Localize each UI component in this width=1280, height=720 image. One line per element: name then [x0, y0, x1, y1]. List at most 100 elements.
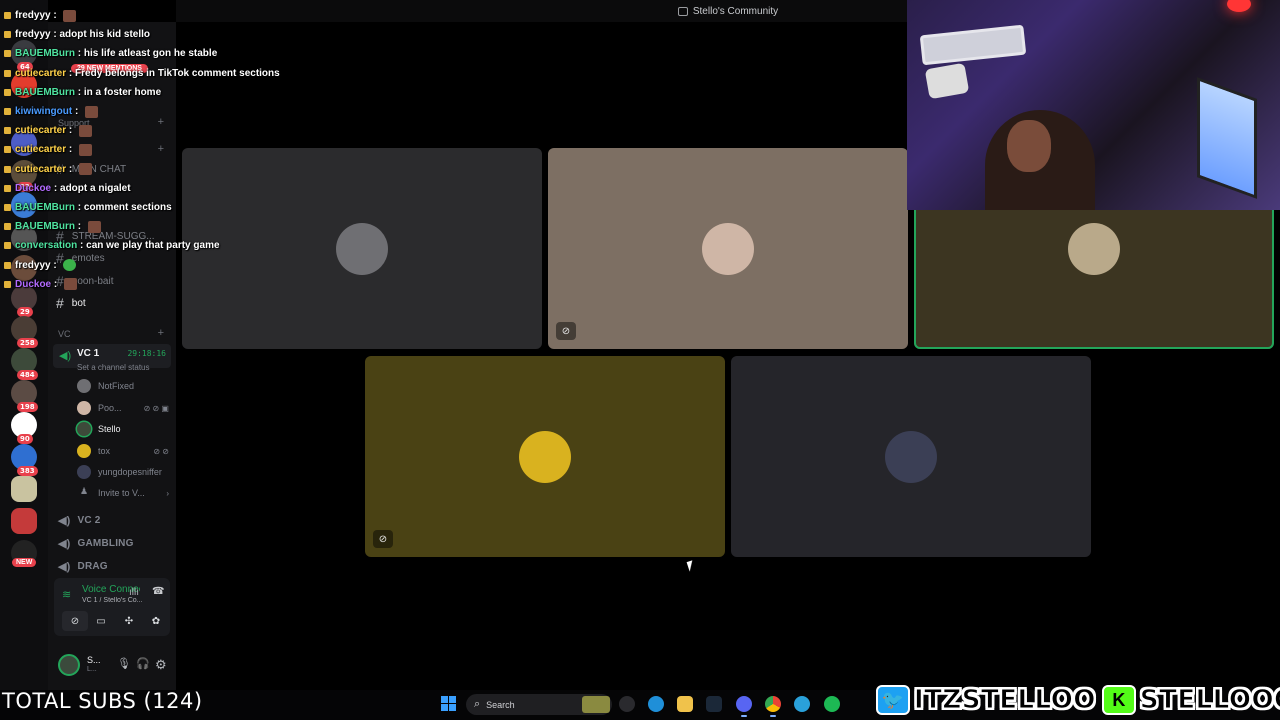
mouse-cursor	[686, 560, 696, 572]
windows-start-icon[interactable]	[441, 696, 456, 711]
voice-connected-subtitle[interactable]: VC 1 / Stello's Co...	[82, 597, 142, 604]
telegram-icon[interactable]	[794, 696, 810, 712]
chat-username: BAUEMBurn	[15, 221, 75, 233]
chat-message: cutiecarter :	[4, 160, 93, 179]
voice-member[interactable]: Poo... ⊘ ⊘ ▣	[77, 399, 169, 417]
chat-emote-icon	[85, 105, 99, 118]
chat-message: fredyyy :	[4, 6, 77, 25]
disconnect-icon[interactable]: ☎	[152, 586, 164, 597]
task-view-icon[interactable]	[619, 696, 635, 712]
video-tile[interactable]: ⊘	[548, 148, 908, 349]
voice-channel-vc2[interactable]: ◀) VC 2	[58, 514, 101, 527]
search-icon: ⌕	[474, 698, 481, 710]
avatar	[77, 444, 91, 458]
user-status: L...	[87, 666, 97, 673]
member-name: yungdopesniffer	[98, 467, 162, 477]
chat-separator: :	[51, 278, 61, 290]
chat-emote-icon	[63, 9, 77, 22]
camera-off-button[interactable]: ⊘	[62, 611, 88, 631]
video-tile[interactable]: ⊘	[365, 356, 725, 557]
chat-badge-icon	[4, 280, 11, 288]
chat-message: Duckoe : adopt a nigalet	[4, 179, 131, 198]
voice-channel-label: DRAG	[77, 561, 108, 572]
activities-button[interactable]: ✣	[116, 611, 142, 631]
call-timer: 29:18:16	[127, 349, 166, 358]
member-name: Stello	[98, 424, 121, 434]
chat-badge-icon	[4, 12, 11, 19]
chat-message: cutiecarter : Fredy belongs in TikTok co…	[4, 64, 280, 83]
discord-icon[interactable]	[736, 696, 752, 717]
avatar	[519, 430, 571, 483]
chat-separator: :	[66, 125, 76, 137]
chat-badge-icon	[4, 261, 11, 269]
chat-separator: :	[66, 144, 76, 156]
twitter-handle: ITZSTELLOO	[914, 685, 1096, 716]
chat-message: cutiecarter :	[4, 140, 93, 159]
chat-username: Duckoe	[15, 182, 52, 194]
invite-to-voice[interactable]: ♟ Invite to V... ›	[77, 484, 169, 502]
chat-text: can we play that party game	[86, 240, 220, 252]
voice-member[interactable]: NotFixed	[77, 377, 169, 395]
category-vc[interactable]: VC	[58, 329, 71, 339]
server-icon[interactable]	[11, 508, 37, 534]
voice-channel-gambling[interactable]: ◀) GAMBLING	[58, 537, 134, 550]
file-explorer-icon[interactable]	[677, 696, 693, 712]
avatar	[77, 465, 91, 479]
spotify-icon[interactable]	[824, 696, 840, 712]
server-icon[interactable]: 258	[11, 316, 38, 348]
voice-member[interactable]: Stello	[77, 420, 169, 438]
add-channel-icon[interactable]: +	[158, 327, 164, 339]
streamer-webcam	[907, 0, 1280, 210]
chat-badge-icon	[4, 88, 11, 96]
speaker-icon: ◀)	[58, 538, 71, 550]
voice-channel-drag[interactable]: ◀) DRAG	[58, 560, 108, 573]
server-icon	[677, 6, 688, 16]
edge-icon[interactable]	[648, 696, 664, 712]
steam-icon[interactable]	[706, 696, 722, 712]
stream-chat-overlay: fredyyy : fredyyy : adopt his kid stello…	[0, 0, 360, 300]
signal-icon[interactable]: ≋	[62, 588, 71, 601]
microphone-icon[interactable]: 🎙	[117, 657, 131, 670]
chat-badge-icon	[4, 204, 11, 211]
server-icon[interactable]: 383	[11, 444, 38, 476]
avatar	[1068, 222, 1120, 275]
voice-channel-label: GAMBLING	[77, 538, 134, 549]
chat-text: adopt a nigalet	[60, 182, 131, 194]
noise-suppression-icon[interactable]: ıllı	[129, 587, 139, 598]
screen-share-button[interactable]: ▭	[88, 611, 114, 631]
chrome-icon[interactable]	[765, 696, 781, 717]
server-icon[interactable]: 198	[11, 380, 38, 412]
chat-text: adopt his kid stello	[59, 29, 151, 41]
search-highlight-image	[582, 696, 610, 713]
server-badge: 484	[17, 370, 38, 380]
screen: 64 22 29 258 484 198 90 383 NEW Support …	[0, 0, 1280, 720]
taskbar-search[interactable]: ⌕ Search	[466, 694, 612, 715]
headphones-icon[interactable]: 🎧	[136, 657, 150, 670]
chat-username: cutiecarter	[15, 125, 67, 137]
chat-badge-icon	[4, 69, 11, 77]
voice-member[interactable]: yungdopesniffer	[77, 463, 169, 481]
voice-member[interactable]: tox ⊘ ⊘	[77, 442, 169, 460]
channel-status-link[interactable]: Set a channel status	[77, 363, 150, 372]
gear-icon[interactable]: ⚙	[155, 657, 167, 673]
server-icon[interactable]	[11, 476, 37, 502]
server-icon[interactable]: 484	[11, 348, 38, 380]
server-badge: 90	[17, 434, 33, 444]
webcam-monitor	[1197, 77, 1257, 199]
video-tile[interactable]	[731, 356, 1091, 557]
user-name: S...	[87, 655, 101, 665]
chat-message: fredyyy :	[4, 256, 77, 275]
soundboard-button[interactable]: ✿	[143, 611, 169, 631]
chat-separator: :	[75, 221, 84, 233]
member-status-icons: ⊘ ⊘	[153, 446, 169, 456]
chat-username: BAUEMBurn	[15, 202, 75, 213]
speaker-icon: ◀)	[58, 561, 71, 573]
camera-off-icon: ⊘	[373, 530, 393, 548]
chat-text: Fredy belongs in TikTok comment sections	[75, 67, 280, 79]
server-icon[interactable]: 90	[11, 412, 37, 444]
kick-icon: K	[1101, 685, 1136, 715]
voice-channel-name: VC 1	[77, 348, 100, 359]
avatar[interactable]	[58, 654, 80, 676]
avatar	[77, 379, 91, 393]
chat-username: cutiecarter	[15, 144, 67, 156]
